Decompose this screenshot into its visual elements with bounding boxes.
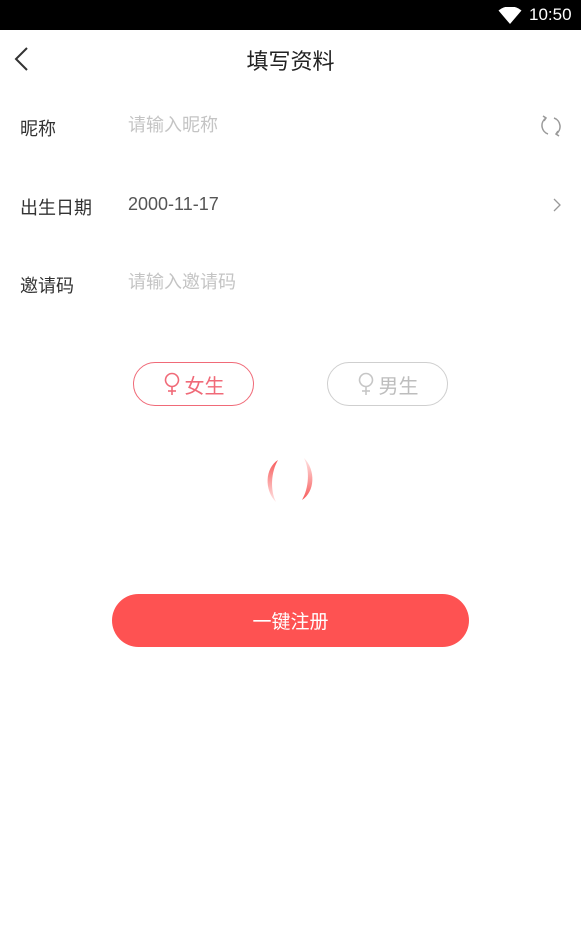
gender-male-button[interactable]: 男生 [327,362,448,406]
nickname-input[interactable] [128,115,508,136]
gender-male-label: 男生 [378,373,419,398]
wifi-icon [498,7,522,24]
status-time: 10:50 [529,5,572,24]
register-button[interactable]: 一键注册 [112,594,469,647]
nickname-label: 昵称 [20,119,56,140]
gender-female-button[interactable]: 女生 [133,362,254,406]
female-icon [164,372,179,395]
status-bar: 10:50 [0,0,581,30]
invite-code-input[interactable] [128,272,508,293]
birthday-label: 出生日期 [20,198,92,219]
refresh-icon[interactable] [538,113,564,139]
page-title: 填写资料 [246,50,335,75]
female-icon [358,372,373,395]
invite-code-label: 邀请码 [20,276,74,297]
chevron-right-icon[interactable] [551,196,563,214]
birthday-value[interactable]: 2000-11-17 [128,194,219,215]
invite-code-row: 邀请码 [0,254,581,314]
app-bar: 填写资料 [0,30,581,88]
loading-spinner-icon [267,458,313,502]
birthday-row[interactable]: 出生日期 2000-11-17 [0,176,581,236]
gender-female-label: 女生 [184,373,225,398]
nickname-row: 昵称 [0,97,581,157]
